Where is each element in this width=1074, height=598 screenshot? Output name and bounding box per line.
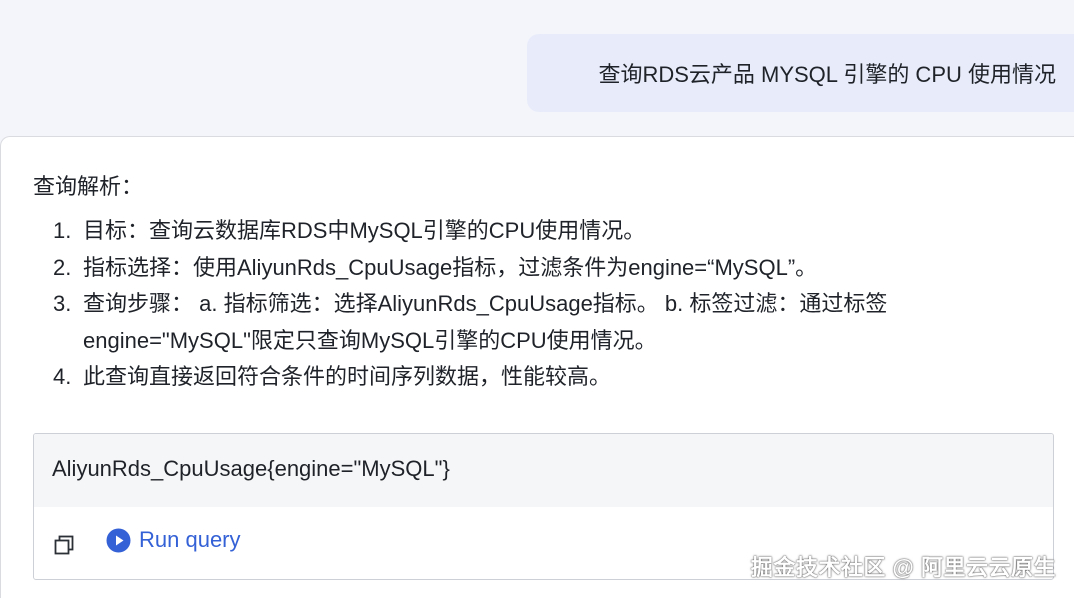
step-text: 查询步骤： a. 指标筛选：选择AliyunRds_CpuUsage指标。 b.… (83, 291, 888, 353)
step-number: 4. (53, 364, 72, 389)
analysis-steps-list: 1. 目标：查询云数据库RDS中MySQL引擎的CPU使用情况。 2. 指标选择… (53, 213, 1043, 396)
query-code-text: AliyunRds_CpuUsage{engine="MySQL"} (52, 456, 450, 481)
analysis-step: 4. 此查询直接返回符合条件的时间序列数据，性能较高。 (53, 359, 1043, 396)
step-text: 目标：查询云数据库RDS中MySQL引擎的CPU使用情况。 (83, 218, 646, 243)
analysis-title: 查询解析： (33, 174, 144, 199)
run-query-button[interactable]: Run query (106, 527, 241, 553)
step-number: 3. (53, 291, 72, 316)
step-number: 2. (53, 254, 72, 280)
assistant-answer-card: 查询解析： 1. 目标：查询云数据库RDS中MySQL引擎的CPU使用情况。 2… (0, 136, 1074, 598)
user-message-bubble: 查询RDS云产品 MYSQL 引擎的 CPU 使用情况 (527, 34, 1074, 112)
play-circle-icon (106, 528, 131, 553)
step-text: 指标选择：使用AliyunRds_CpuUsage指标，过滤条件为engine=… (83, 254, 818, 280)
analysis-step: 1. 目标：查询云数据库RDS中MySQL引擎的CPU使用情况。 (53, 213, 1043, 250)
analysis-step: 2. 指标选择：使用AliyunRds_CpuUsage指标，过滤条件为engi… (53, 250, 1043, 287)
copy-icon[interactable] (52, 533, 76, 557)
run-query-label: Run query (139, 527, 241, 552)
analysis-step: 3. 查询步骤： a. 指标筛选：选择AliyunRds_CpuUsage指标。… (53, 286, 1043, 359)
watermark: 掘金技术社区 @ 阿里云云原生 (750, 555, 1056, 580)
step-number: 1. (53, 218, 72, 243)
query-code-area: AliyunRds_CpuUsage{engine="MySQL"} (34, 434, 1053, 507)
step-text: 此查询直接返回符合条件的时间序列数据，性能较高。 (83, 364, 612, 389)
user-message-text: 查询RDS云产品 MYSQL 引擎的 CPU 使用情况 (598, 62, 1056, 87)
